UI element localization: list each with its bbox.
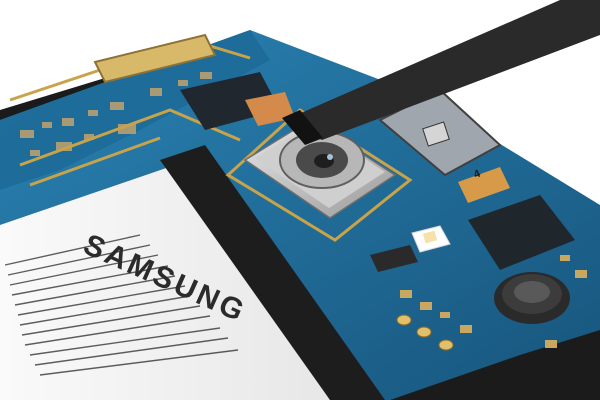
board-illustration (0, 0, 600, 400)
teardown-photo: SAMSUNG 4 (0, 0, 600, 400)
vibration-motor-icon (494, 272, 570, 324)
